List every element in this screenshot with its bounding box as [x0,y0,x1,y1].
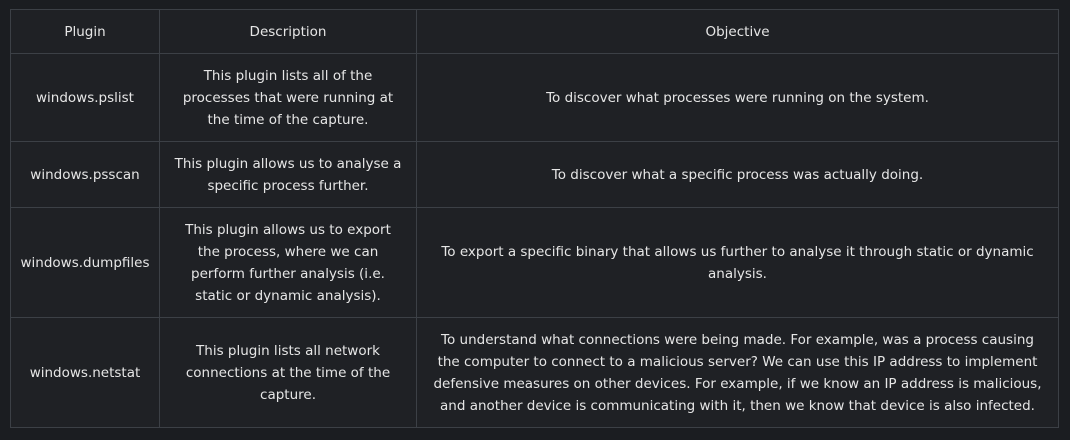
table-row: windows.pslist This plugin lists all of … [10,53,1059,142]
objective-cell: To export a specific binary that allows … [416,207,1059,318]
header-plugin: Plugin [10,9,160,54]
plugin-table-container: Plugin Description Objective windows.psl… [10,9,1059,428]
plugin-cell: windows.psscan [10,141,160,208]
description-cell: This plugin lists all network connection… [159,317,417,428]
header-objective: Objective [416,9,1059,54]
table-row: windows.netstat This plugin lists all ne… [10,317,1059,428]
objective-cell: To understand what connections were bein… [416,317,1059,428]
description-cell: This plugin allows us to export the proc… [159,207,417,318]
description-cell: This plugin allows us to analyse a speci… [159,141,417,208]
plugin-cell: windows.dumpfiles [10,207,160,318]
table-row: windows.psscan This plugin allows us to … [10,141,1059,208]
plugin-table: Plugin Description Objective windows.psl… [10,9,1059,428]
objective-cell: To discover what processes were running … [416,53,1059,142]
plugin-cell: windows.pslist [10,53,160,142]
plugin-cell: windows.netstat [10,317,160,428]
table-row: windows.dumpfiles This plugin allows us … [10,207,1059,318]
objective-cell: To discover what a specific process was … [416,141,1059,208]
description-cell: This plugin lists all of the processes t… [159,53,417,142]
header-description: Description [159,9,417,54]
table-header-row: Plugin Description Objective [10,9,1059,54]
